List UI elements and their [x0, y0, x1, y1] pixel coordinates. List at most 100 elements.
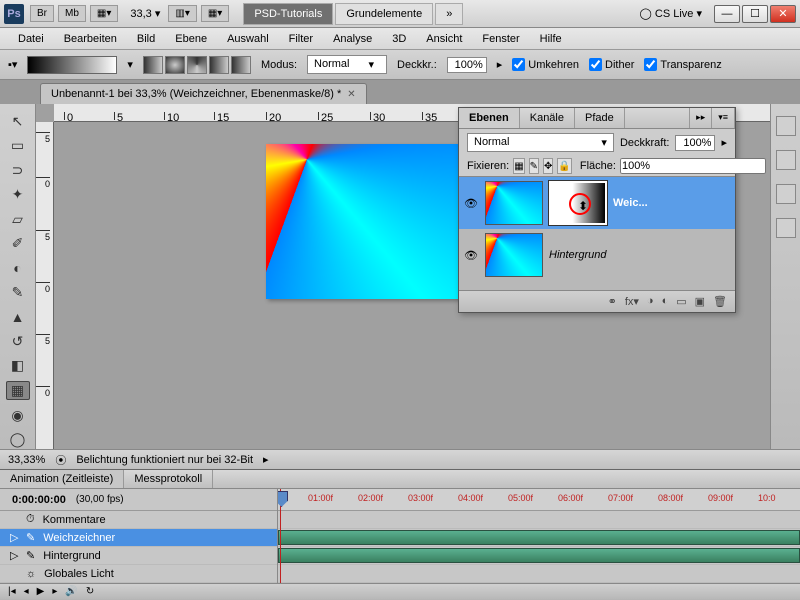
mask-icon[interactable]: ◑ — [647, 295, 654, 308]
visibility-icon[interactable]: 👁 — [463, 197, 479, 210]
fx-icon[interactable]: fx▾ — [625, 295, 639, 308]
heal-tool[interactable]: ◐ — [6, 259, 30, 277]
panel-menu[interactable]: ▾≡ — [712, 108, 735, 128]
canvas-document[interactable] — [266, 144, 471, 299]
adjustments-panel-icon[interactable] — [776, 218, 796, 238]
tab-pfade[interactable]: Pfade — [575, 108, 625, 128]
wand-tool[interactable]: ✦ — [6, 185, 30, 203]
lock-all-icon[interactable]: 🔒 — [557, 158, 571, 174]
adjustment-icon[interactable]: ◐ — [662, 295, 669, 308]
ruler-vertical[interactable]: 5 0 5 0 5 0 — [36, 122, 54, 449]
minimize-button[interactable]: — — [714, 5, 740, 23]
tool-preset[interactable]: ▪▾ — [8, 58, 17, 71]
opacity-flyout[interactable]: ▸ — [721, 136, 727, 149]
transparency-checkbox[interactable]: Transparenz — [644, 58, 721, 71]
layer-row-weichzeichner[interactable]: 👁 ⬍ Weic... — [459, 177, 735, 229]
layer-blend-select[interactable]: Normal▾ — [467, 133, 614, 152]
lock-move-icon[interactable]: ✥ — [543, 158, 553, 174]
bridge-button[interactable]: Br — [30, 5, 54, 22]
track-hintergrund[interactable]: ▷✎Hintergrund — [0, 547, 277, 565]
menu-auswahl[interactable]: Auswahl — [217, 33, 279, 45]
layer-thumbnail[interactable] — [485, 181, 543, 225]
track-comments[interactable]: ⏱Kommentare — [0, 511, 277, 529]
menu-ebene[interactable]: Ebene — [165, 33, 217, 45]
status-arrow[interactable]: ⦿ — [55, 452, 66, 468]
prev-frame[interactable]: ◂ — [24, 586, 29, 597]
close-button[interactable]: ✕ — [770, 5, 796, 23]
opacity-input[interactable] — [447, 57, 487, 73]
clip-weichzeichner[interactable] — [278, 530, 800, 545]
maximize-button[interactable]: ☐ — [742, 5, 768, 23]
gradient-reflected[interactable] — [209, 56, 229, 74]
stamp-tool[interactable]: ▲ — [6, 308, 30, 326]
tab-animation[interactable]: Animation (Zeitleiste) — [0, 470, 124, 488]
gradient-dropdown[interactable]: ▾ — [127, 58, 133, 71]
new-layer-icon[interactable]: ▣ — [695, 295, 705, 308]
layer-thumbnail[interactable] — [485, 233, 543, 277]
tab-messprotokoll[interactable]: Messprotokoll — [124, 470, 213, 488]
audio-toggle[interactable]: 🔊 — [65, 586, 77, 597]
blend-mode-select[interactable]: Normal▾ — [307, 55, 387, 74]
close-icon[interactable]: ✕ — [347, 89, 355, 100]
timeline-ruler[interactable]: 01:00f 02:00f 03:00f 04:00f 05:00f 06:00… — [278, 489, 800, 511]
arrange-button[interactable]: ▥▾ — [168, 5, 196, 22]
screen-mode-button[interactable]: ▦▾ — [90, 5, 118, 22]
link-icon[interactable]: ⚭ — [608, 295, 617, 308]
menu-bearbeiten[interactable]: Bearbeiten — [54, 33, 127, 45]
group-icon[interactable]: ▭ — [676, 295, 686, 308]
track-global-light[interactable]: ☼Globales Licht — [0, 565, 277, 583]
play-button[interactable]: ▶ — [37, 586, 45, 597]
layer-mask-thumbnail[interactable]: ⬍ — [549, 181, 607, 225]
panel-collapse[interactable]: ▸▸ — [690, 108, 712, 128]
fill-input[interactable] — [620, 158, 766, 174]
layer-name[interactable]: Hintergrund — [549, 249, 606, 261]
menu-bild[interactable]: Bild — [127, 33, 165, 45]
status-zoom[interactable]: 33,33% — [8, 454, 45, 466]
delete-icon[interactable]: 🗑 — [713, 295, 727, 308]
cslive-button[interactable]: ◯ CS Live ▾ — [640, 7, 702, 20]
status-dropdown[interactable]: ▸ — [263, 453, 269, 466]
menu-datei[interactable]: Datei — [8, 33, 54, 45]
menu-analyse[interactable]: Analyse — [323, 33, 382, 45]
workspace-active[interactable]: PSD-Tutorials — [243, 3, 333, 25]
gradient-radial[interactable] — [165, 56, 185, 74]
move-tool[interactable]: ↖ — [6, 112, 30, 130]
opacity-arrow[interactable]: ▸ — [497, 58, 503, 71]
menu-fenster[interactable]: Fenster — [472, 33, 529, 45]
tab-kanaele[interactable]: Kanäle — [520, 108, 575, 128]
reverse-checkbox[interactable]: Umkehren — [512, 58, 579, 71]
goto-start[interactable]: |◂ — [8, 586, 16, 597]
minibridge-button[interactable]: Mb — [58, 5, 86, 22]
layer-name[interactable]: Weic... — [613, 197, 648, 209]
crop-tool[interactable]: ▱ — [6, 210, 30, 228]
timeline-tracks-area[interactable]: 01:00f 02:00f 03:00f 04:00f 05:00f 06:00… — [278, 489, 800, 583]
menu-3d[interactable]: 3D — [382, 33, 416, 45]
menu-ansicht[interactable]: Ansicht — [416, 33, 472, 45]
menu-filter[interactable]: Filter — [279, 33, 323, 45]
gradient-tool[interactable]: ▦ — [6, 381, 30, 400]
tab-ebenen[interactable]: Ebenen — [459, 108, 520, 128]
layer-opacity-input[interactable] — [675, 135, 715, 151]
eraser-tool[interactable]: ◧ — [6, 357, 30, 375]
track-weichzeichner[interactable]: ▷✎Weichzeichner — [0, 529, 277, 547]
lasso-tool[interactable]: ⊃ — [6, 161, 30, 179]
workspace-more[interactable]: » — [435, 3, 463, 25]
workspace-next[interactable]: Grundelemente — [335, 3, 433, 25]
dither-checkbox[interactable]: Dither — [589, 58, 634, 71]
brush-tool[interactable]: ✎ — [6, 283, 30, 301]
gradient-diamond[interactable] — [231, 56, 251, 74]
document-tab[interactable]: Unbenannt-1 bei 33,3% (Weichzeichner, Eb… — [40, 83, 367, 104]
marquee-tool[interactable]: ▭ — [6, 136, 30, 154]
extras-button[interactable]: ▦▾ — [201, 5, 229, 22]
canvas-area[interactable]: 0 5 10 15 20 25 30 35 5 0 5 0 5 0 Ebenen… — [36, 104, 770, 449]
clip-hintergrund[interactable] — [278, 548, 800, 563]
visibility-icon[interactable]: 👁 — [463, 249, 479, 262]
gradient-angle[interactable] — [187, 56, 207, 74]
blur-tool[interactable]: ◉ — [6, 406, 30, 424]
loop-toggle[interactable]: ↻ — [86, 586, 94, 597]
color-panel-icon[interactable] — [776, 116, 796, 136]
playhead[interactable] — [280, 489, 281, 583]
zoom-level[interactable]: 33,3 ▾ — [130, 7, 160, 20]
workspace-switcher[interactable]: PSD-Tutorials Grundelemente » — [243, 3, 465, 25]
lock-transparent-icon[interactable]: ▦ — [513, 158, 524, 174]
